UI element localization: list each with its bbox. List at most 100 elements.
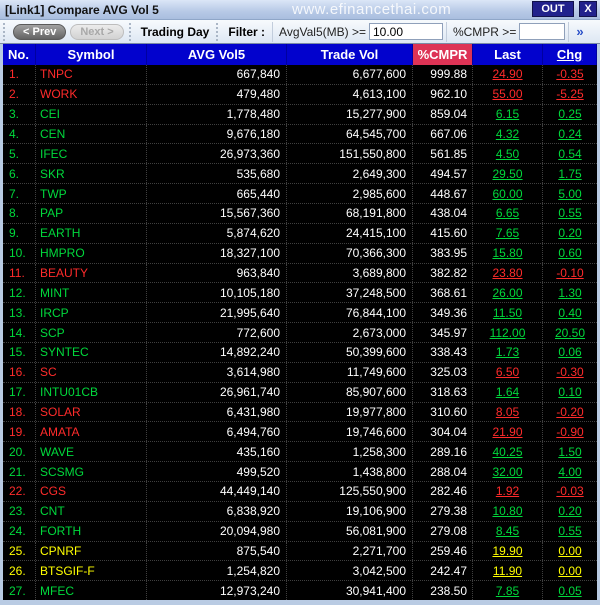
table-row[interactable]: 2. WORK 479,480 4,613,100 962.10 55.00 -…	[3, 84, 597, 105]
cell-cmpr: 415.60	[413, 223, 473, 243]
cell-trade-vol: 64,545,700	[287, 124, 413, 144]
column-header-cmpr[interactable]: %CMPR	[413, 44, 473, 65]
table-row[interactable]: 18. SOLAR 6,431,980 19,977,800 310.60 8.…	[3, 402, 597, 423]
table-row[interactable]: 22. CGS 44,449,140 125,550,900 282.46 1.…	[3, 482, 597, 502]
table-row[interactable]: 10. HMPRO 18,327,100 70,366,300 383.95 1…	[3, 243, 597, 264]
column-header-trade-vol[interactable]: Trade Vol	[287, 44, 413, 65]
cell-no: 16.	[3, 362, 36, 382]
table-row[interactable]: 17. INTU01CB 26,961,740 85,907,600 318.6…	[3, 382, 597, 403]
cell-trade-vol: 2,985,600	[287, 184, 413, 204]
table-row[interactable]: 24. FORTH 20,094,980 56,081,900 279.08 8…	[3, 521, 597, 542]
cell-cmpr: 304.04	[413, 422, 473, 442]
cell-symbol: CEI	[36, 104, 147, 124]
cmpr-filter-input[interactable]	[519, 23, 566, 40]
table-row[interactable]: 3. CEI 1,778,480 15,277,900 859.04 6.15 …	[3, 104, 597, 125]
cell-last: 8.45	[473, 521, 543, 541]
table-row[interactable]: 7. TWP 665,440 2,985,600 448.67 60.00 5.…	[3, 184, 597, 205]
toolbar: < Prev Next > Trading Day Filter : AvgVa…	[0, 20, 600, 44]
cell-chg: 0.10	[558, 385, 582, 400]
avgval-filter-input[interactable]	[368, 23, 443, 40]
cell-last: 40.25	[473, 442, 543, 462]
cell-last: 10.80	[473, 501, 543, 521]
cell-chg: 0.25	[558, 107, 582, 122]
cell-last: 1.64	[473, 382, 543, 402]
table-row[interactable]: 21. SCSMG 499,520 1,438,800 288.04 32.00…	[3, 462, 597, 483]
cell-symbol: IRCP	[36, 303, 147, 323]
cell-last: 7.65	[473, 223, 543, 243]
column-header-no[interactable]: No.	[3, 44, 36, 65]
table-row[interactable]: 13. IRCP 21,995,640 76,844,100 349.36 11…	[3, 303, 597, 324]
cell-no: 7.	[3, 184, 36, 204]
close-icon[interactable]: X	[579, 1, 597, 17]
table-row[interactable]: 27. MFEC 12,973,240 30,941,400 238.50 7.…	[3, 581, 597, 601]
cell-trade-vol: 1,438,800	[287, 462, 413, 482]
watermark-text: www.efinancethai.com	[292, 1, 452, 18]
cell-chg: -5.25	[556, 87, 584, 102]
cell-chg: 0.00	[558, 544, 582, 559]
cell-last: 1.92	[473, 482, 543, 501]
cell-chg: 0.20	[558, 504, 582, 519]
cell-symbol: CNT	[36, 501, 147, 521]
cell-avg-vol5: 20,094,980	[147, 521, 287, 541]
column-header-avg-vol5[interactable]: AVG Vol5	[147, 44, 287, 65]
cell-chg: 0.55	[558, 524, 582, 539]
cell-cmpr: 561.85	[413, 144, 473, 164]
table-row[interactable]: 12. MINT 10,105,180 37,248,500 368.61 26…	[3, 283, 597, 304]
cell-no: 20.	[3, 442, 36, 462]
table-row[interactable]: 15. SYNTEC 14,892,240 50,399,600 338.43 …	[3, 343, 597, 363]
table-row[interactable]: 16. SC 3,614,980 11,749,600 325.03 6.50 …	[3, 362, 597, 383]
cell-chg: 5.00	[558, 186, 582, 201]
cell-no: 14.	[3, 323, 36, 343]
cell-last: 32.00	[473, 462, 543, 482]
cell-avg-vol5: 10,105,180	[147, 283, 287, 303]
column-header-last[interactable]: Last	[473, 44, 543, 65]
cmpr-filter-label: %CMPR >=	[452, 24, 517, 39]
table-row[interactable]: 14. SCP 772,600 2,673,000 345.97 112.00 …	[3, 323, 597, 344]
column-header-chg[interactable]: Chg	[543, 44, 597, 65]
avgval-filter-label: AvgVal5(MB) >=	[279, 24, 366, 39]
out-button[interactable]: OUT	[532, 1, 574, 17]
column-header-symbol[interactable]: Symbol	[36, 44, 147, 65]
titlebar: [Link1] Compare AVG Vol 5 www.efinanceth…	[0, 0, 600, 20]
table-row[interactable]: 20. WAVE 435,160 1,258,300 289.16 40.25 …	[3, 442, 597, 463]
cell-trade-vol: 56,081,900	[287, 521, 413, 541]
cell-chg: -0.30	[556, 365, 584, 380]
cell-trade-vol: 2,649,300	[287, 164, 413, 184]
cell-symbol: FORTH	[36, 521, 147, 541]
table-header: No. Symbol AVG Vol5 Trade Vol %CMPR Last…	[0, 44, 600, 65]
cell-symbol: MINT	[36, 283, 147, 303]
cell-chg: 0.40	[558, 305, 582, 320]
table-row[interactable]: 4. CEN 9,676,180 64,545,700 667.06 4.32 …	[3, 124, 597, 145]
cell-symbol: SCP	[36, 323, 147, 343]
table-row[interactable]: 25. CPNRF 875,540 2,271,700 259.46 19.90…	[3, 541, 597, 562]
table-row[interactable]: 19. AMATA 6,494,760 19,746,600 304.04 21…	[3, 422, 597, 443]
cell-symbol: INTU01CB	[36, 382, 147, 402]
cell-cmpr: 345.97	[413, 323, 473, 343]
table-row[interactable]: 8. PAP 15,567,360 68,191,800 438.04 6.65…	[3, 204, 597, 224]
table-row[interactable]: 1. TNPC 667,840 6,677,600 999.88 24.90 -…	[3, 65, 597, 85]
table-row[interactable]: 6. SKR 535,680 2,649,300 494.57 29.50 1.…	[3, 164, 597, 185]
cell-last: 6.50	[473, 362, 543, 382]
table-row[interactable]: 11. BEAUTY 963,840 3,689,800 382.82 23.8…	[3, 263, 597, 284]
table-row[interactable]: 5. IFEC 26,973,360 151,550,800 561.85 4.…	[3, 144, 597, 165]
filter-label: Filter :	[228, 24, 266, 39]
cell-chg: -0.10	[556, 266, 584, 281]
cell-cmpr: 438.04	[413, 204, 473, 223]
chevron-more-icon[interactable]: »	[576, 24, 583, 39]
cell-last: 60.00	[473, 184, 543, 204]
table-row[interactable]: 26. BTSGIF-F 1,254,820 3,042,500 242.47 …	[3, 561, 597, 582]
cell-last: 8.05	[473, 402, 543, 422]
cell-chg: 0.06	[558, 345, 582, 360]
cell-no: 6.	[3, 164, 36, 184]
prev-button[interactable]: < Prev	[13, 23, 67, 40]
cell-chg: 0.05	[558, 583, 582, 598]
cell-avg-vol5: 3,614,980	[147, 362, 287, 382]
cell-avg-vol5: 479,480	[147, 84, 287, 104]
table-row[interactable]: 23. CNT 6,838,920 19,106,900 279.38 10.8…	[3, 501, 597, 522]
table-row[interactable]: 9. EARTH 5,874,620 24,415,100 415.60 7.6…	[3, 223, 597, 244]
cell-chg: 0.55	[558, 206, 582, 221]
cell-cmpr: 383.95	[413, 243, 473, 263]
next-button[interactable]: Next >	[70, 23, 124, 40]
cell-no: 19.	[3, 422, 36, 442]
cell-trade-vol: 85,907,600	[287, 382, 413, 402]
